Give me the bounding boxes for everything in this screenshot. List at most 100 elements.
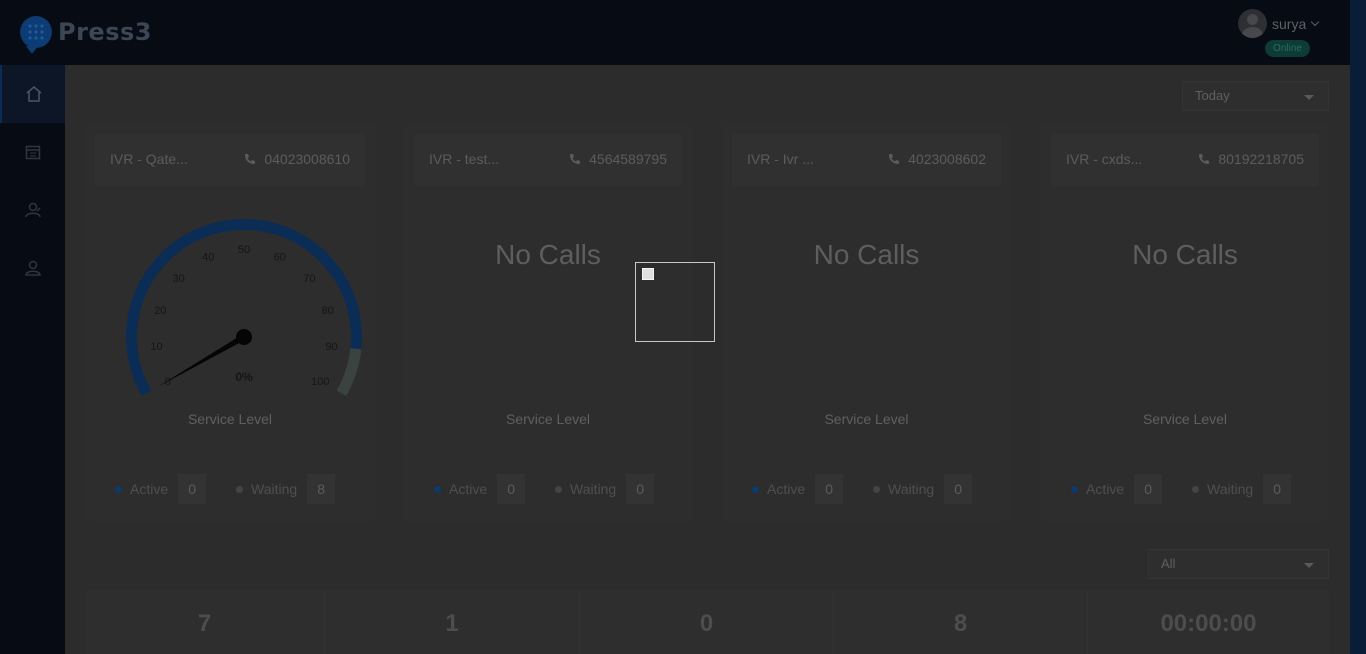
phone-icon bbox=[245, 154, 256, 164]
sidebar bbox=[0, 65, 65, 654]
ivr-card-header: IVR - Qate... 04023008610 bbox=[95, 133, 365, 187]
summary-cell: 1 bbox=[325, 590, 580, 654]
active-stat: Active 0 bbox=[752, 474, 844, 504]
waiting-count: 8 bbox=[307, 474, 336, 504]
period-select-value: Today bbox=[1195, 88, 1230, 103]
phone-icon bbox=[570, 154, 581, 164]
service-level-label: Service Level bbox=[187, 411, 273, 427]
waiting-dot bbox=[236, 485, 243, 493]
ivr-phone-number: 04023008610 bbox=[264, 151, 350, 167]
active-dot bbox=[434, 485, 441, 493]
nav-user[interactable] bbox=[0, 239, 65, 297]
status-badge: Online bbox=[1265, 40, 1310, 57]
gauge-tick-label: 50 bbox=[238, 244, 250, 256]
active-stat: Active 0 bbox=[115, 474, 207, 504]
ivr-phone-number: 4023008602 bbox=[908, 151, 986, 167]
gauge-needle bbox=[157, 334, 246, 387]
waiting-dot bbox=[873, 485, 880, 493]
waiting-dot bbox=[1192, 485, 1199, 493]
gauge-tick-label: 60 bbox=[274, 252, 286, 264]
calendar-icon bbox=[25, 145, 40, 160]
summary-cell: 00:00:00 bbox=[1088, 590, 1329, 654]
waiting-stat: Waiting 8 bbox=[236, 474, 336, 504]
summary-value: 1 bbox=[445, 610, 459, 637]
gauge-hub bbox=[236, 329, 252, 345]
app-logo[interactable]: Press3 bbox=[20, 14, 152, 54]
active-label: Active bbox=[767, 481, 806, 497]
active-count: 0 bbox=[1134, 474, 1163, 504]
waiting-stat: Waiting 0 bbox=[555, 474, 655, 504]
ivr-phone: 4023008602 bbox=[888, 151, 986, 167]
no-calls-text: No Calls bbox=[1132, 239, 1238, 270]
active-stat: Active 0 bbox=[434, 474, 526, 504]
waiting-count: 0 bbox=[1263, 474, 1292, 504]
ivr-phone-number: 4564589795 bbox=[589, 151, 667, 167]
user-icon bbox=[24, 260, 41, 276]
active-count: 0 bbox=[815, 474, 844, 504]
waiting-dot bbox=[555, 485, 562, 493]
service-level-label: Service Level bbox=[1142, 411, 1228, 427]
waiting-stat: Waiting 0 bbox=[1192, 474, 1292, 504]
summary-cell: 7 bbox=[85, 590, 325, 654]
home-icon bbox=[26, 86, 41, 102]
ivr-card: IVR - cxds... 80192218705 No Calls Servi… bbox=[1041, 122, 1329, 522]
active-label: Active bbox=[1086, 481, 1125, 497]
ivr-phone: 04023008610 bbox=[244, 151, 350, 167]
gauge-tick-label: 10 bbox=[150, 341, 162, 353]
ivr-phone-number: 80192218705 bbox=[1218, 151, 1304, 167]
ivr-card-header: IVR - cxds... 80192218705 bbox=[1051, 133, 1319, 187]
nav-agent[interactable] bbox=[0, 181, 65, 239]
nav-calendar[interactable] bbox=[0, 123, 65, 181]
summary-value: 00:00:00 bbox=[1160, 610, 1257, 637]
service-level-gauge: 01020304050607080901000% bbox=[126, 218, 362, 396]
user-menu[interactable]: surya bbox=[1238, 9, 1320, 38]
gauge-tick-label: 80 bbox=[322, 305, 334, 317]
service-level-label: Service Level bbox=[505, 411, 591, 427]
scope-select[interactable]: All bbox=[1148, 549, 1329, 579]
active-count: 0 bbox=[178, 474, 207, 504]
chevron-down-icon bbox=[1310, 17, 1320, 26]
ivr-phone: 4564589795 bbox=[569, 151, 667, 167]
gauge-tick-label: 90 bbox=[325, 341, 337, 353]
gauge-band-end bbox=[336, 348, 362, 396]
active-count: 0 bbox=[497, 474, 526, 504]
ivr-phone: 80192218705 bbox=[1198, 151, 1304, 167]
broken-image bbox=[635, 262, 715, 342]
active-label: Active bbox=[449, 481, 488, 497]
scrollbar[interactable] bbox=[1350, 0, 1366, 654]
gauge-tick-label: 30 bbox=[172, 273, 184, 285]
gauge-value: 0% bbox=[235, 370, 253, 384]
period-select[interactable]: Today bbox=[1182, 81, 1329, 111]
waiting-count: 0 bbox=[626, 474, 655, 504]
summary-cell: 8 bbox=[834, 590, 1088, 654]
nav-home[interactable] bbox=[0, 65, 65, 123]
app-name: Press3 bbox=[58, 18, 152, 46]
waiting-stat: Waiting 0 bbox=[873, 474, 973, 504]
ivr-card: IVR - Qate... 04023008610 0 10 20 30 40 50 60 7… bbox=[85, 122, 375, 522]
summary-cell: 0 bbox=[580, 590, 834, 654]
scope-select-value: All bbox=[1161, 556, 1176, 571]
no-calls-text: No Calls bbox=[813, 239, 920, 270]
avatar bbox=[1238, 9, 1267, 38]
ivr-name: IVR - Ivr ... bbox=[747, 151, 814, 167]
caret-down-icon bbox=[1304, 95, 1314, 100]
active-label: Active bbox=[130, 481, 169, 497]
ivr-name: IVR - cxds... bbox=[1066, 151, 1143, 167]
caret-down-icon bbox=[1304, 563, 1314, 568]
active-dot bbox=[752, 485, 759, 493]
gauge-tick-label: 100 bbox=[311, 376, 329, 388]
gauge-tick-label: 20 bbox=[154, 305, 166, 317]
waiting-label: Waiting bbox=[1207, 481, 1254, 497]
ivr-card: IVR - Ivr ... 4023008602 No Calls Servic… bbox=[722, 122, 1011, 522]
broken-image-icon bbox=[642, 268, 654, 280]
summary-value: 8 bbox=[953, 610, 968, 637]
active-dot bbox=[1071, 485, 1078, 493]
service-level-label: Service Level bbox=[824, 411, 909, 427]
gauge-tick-label: 40 bbox=[202, 252, 214, 264]
summary-value: 7 bbox=[197, 610, 212, 637]
waiting-label: Waiting bbox=[570, 481, 617, 497]
active-dot bbox=[115, 485, 122, 493]
phone-icon bbox=[889, 154, 900, 164]
summary-value: 0 bbox=[699, 610, 714, 637]
waiting-label: Waiting bbox=[888, 481, 935, 497]
